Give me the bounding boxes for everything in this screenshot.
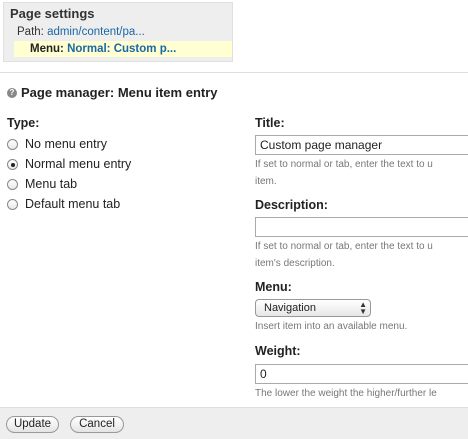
description-help-line2: item's description. [255,258,335,269]
description-input[interactable] [255,217,468,237]
cancel-button[interactable]: Cancel [70,416,124,433]
section-title: Page manager: Menu item entry [21,85,218,100]
radio-label: Normal menu entry [25,157,132,171]
path-link[interactable]: admin/content/pa... [47,26,145,38]
radio-button[interactable] [7,138,18,150]
radio-button[interactable] [7,178,18,190]
description-help-line1: If set to normal or tab, enter the text … [255,241,433,252]
menu-select-label: Menu: [255,280,292,294]
update-button[interactable]: Update [6,416,59,433]
path-row: Path: admin/content/pa... [17,26,145,38]
type-label: Type: [7,116,40,130]
weight-help: The lower the weight the higher/further … [255,388,437,399]
radio-button[interactable] [7,158,18,170]
menu-link[interactable]: Normal: Custom p... [67,43,176,55]
title-help-line1: If set to normal or tab, enter the text … [255,159,433,170]
page-settings-panel: Page settings Path: admin/content/pa... … [3,2,233,62]
section-header: ? Page manager: Menu item entry [0,73,468,113]
radio-default-menu-tab[interactable]: Default menu tab [7,196,120,212]
weight-input[interactable] [255,364,468,384]
radio-normal-menu-entry[interactable]: Normal menu entry [7,156,131,172]
help-icon[interactable]: ? [7,88,17,98]
weight-label: Weight: [255,344,301,358]
title-help-line2: item. [255,176,277,187]
type-group: Type: No menu entry Normal menu entry Me… [7,116,131,211]
description-help: If set to normal or tab, enter the text … [255,238,468,272]
radio-label: No menu entry [25,137,107,151]
menu-row: Menu: Normal: Custom p... [14,41,232,57]
radio-button[interactable] [7,198,18,210]
menu-help: Insert item into an available menu. [255,321,408,332]
radio-label: Default menu tab [25,197,121,211]
radio-no-menu-entry[interactable]: No menu entry [7,136,107,152]
title-input[interactable] [255,135,468,155]
radio-label: Menu tab [25,177,78,191]
title-help: If set to normal or tab, enter the text … [255,156,468,190]
path-label: Path: [17,26,44,38]
form-footer: Update Cancel [0,407,468,439]
select-arrows-icon: ▲ ▼ [359,300,367,316]
page-settings-title: Page settings [10,6,95,21]
title-label: Title: [255,116,285,130]
menu-select[interactable]: Navigation ▲ ▼ [255,299,371,317]
menu-select-value: Navigation [264,302,316,314]
description-label: Description: [255,198,328,212]
radio-menu-tab[interactable]: Menu tab [7,176,77,192]
menu-label: Menu: [30,43,64,55]
